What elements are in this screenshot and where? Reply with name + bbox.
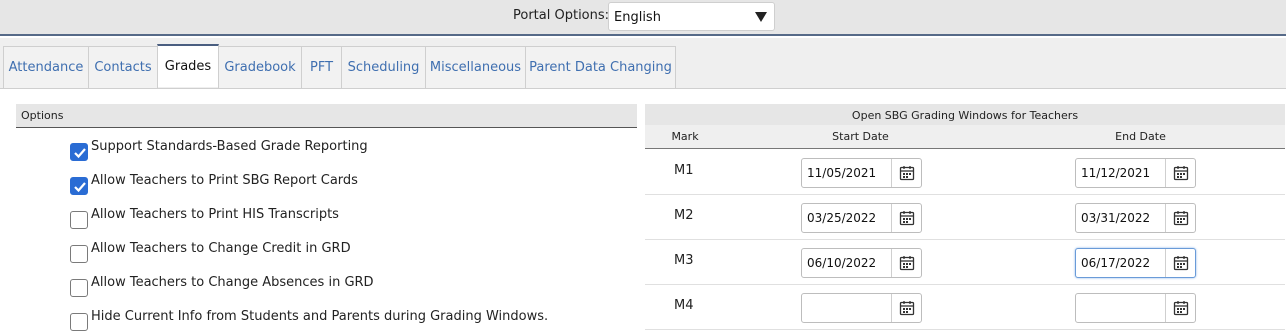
calendar-icon[interactable] [899,255,915,271]
start-date-input[interactable]: 06/10/2022 [801,248,922,278]
end-date-value: 06/17/2022 [1081,256,1151,270]
calendar-icon[interactable] [1173,300,1189,316]
checkbox-unchecked[interactable] [70,211,88,229]
grades-panel: Options Support Standards-Based Grade Re… [0,88,1286,332]
grading-window-row-m1: M1 11/05/2021 11/12/2021 [645,151,1285,195]
checkbox-checked[interactable] [70,177,88,195]
portal-options-bar: Portal Options: English [0,0,1286,36]
tab-label: PFT [309,60,334,75]
end-date-input[interactable]: 11/12/2021 [1075,158,1196,188]
tab-grades[interactable]: Grades [157,44,219,87]
divider [1165,204,1166,232]
portal-options-label: Portal Options: [513,8,610,23]
calendar-icon[interactable] [1173,255,1189,271]
start-date-input[interactable] [801,293,922,323]
portal-options-value: English [614,10,661,25]
tab-label: Grades [164,59,212,74]
options-header: Options [16,104,637,128]
grading-windows-title: Open SBG Grading Windows for Teachers [851,109,1079,122]
tab-label: Gradebook [224,60,296,75]
tab-label: Scheduling [347,60,420,75]
grading-window-row-m4: M4 [645,286,1285,330]
divider [891,204,892,232]
mark-label: M1 [674,163,694,178]
start-date-input[interactable]: 11/05/2021 [801,158,922,188]
portal-options-select[interactable]: English [608,2,775,31]
tab-parent-data-changing[interactable]: Parent Data Changing [525,46,676,88]
option-label: Support Standards-Based Grade Reporting [91,139,368,154]
option-label: Allow Teachers to Print SBG Report Cards [91,173,358,188]
tab-label: Parent Data Changing [529,60,672,75]
checkbox-unchecked[interactable] [70,279,88,297]
tab-strip: Attendance Contacts Grades Gradebook PFT… [0,38,1286,88]
checkbox-unchecked[interactable] [70,245,88,263]
end-date-value: 11/12/2021 [1081,166,1151,180]
tab-pft[interactable]: PFT [301,46,342,88]
divider [891,159,892,187]
divider [1165,249,1166,277]
tab-label: Contacts [94,60,152,75]
divider [891,294,892,322]
tab-scheduling[interactable]: Scheduling [341,46,426,88]
option-label: Allow Teachers to Change Credit in GRD [91,241,351,256]
calendar-icon[interactable] [899,165,915,181]
grading-windows-column-header: Mark Start Date End Date [645,125,1285,149]
start-date-value: 11/05/2021 [807,166,877,180]
end-date-value: 03/31/2022 [1081,211,1151,225]
tab-contacts[interactable]: Contacts [88,46,158,88]
tab-miscellaneous[interactable]: Miscellaneous [425,46,526,88]
checkbox-unchecked[interactable] [70,313,88,331]
mark-label: M2 [674,208,694,223]
calendar-icon[interactable] [899,210,915,226]
divider [1165,159,1166,187]
tab-attendance[interactable]: Attendance [3,46,89,88]
calendar-icon[interactable] [1173,165,1189,181]
option-label: Allow Teachers to Change Absences in GRD [91,275,374,290]
options-title: Options [21,109,64,122]
grading-windows-header: Open SBG Grading Windows for Teachers [645,104,1285,125]
divider [1165,294,1166,322]
calendar-icon[interactable] [899,300,915,316]
end-date-input[interactable]: 03/31/2022 [1075,203,1196,233]
column-start-date: Start Date [832,130,889,143]
option-label: Allow Teachers to Print HIS Transcripts [91,207,339,222]
divider [891,249,892,277]
start-date-value: 06/10/2022 [807,256,877,270]
checkbox-checked[interactable] [70,143,88,161]
mark-label: M4 [674,298,694,313]
column-mark: Mark [671,130,699,143]
start-date-value: 03/25/2022 [807,211,877,225]
grading-window-row-m2: M2 03/25/2022 03/31/2022 [645,196,1285,240]
tab-label: Miscellaneous [429,60,522,75]
end-date-input[interactable]: 06/17/2022 [1075,248,1196,278]
tab-gradebook[interactable]: Gradebook [218,46,302,88]
grading-window-row-m3: M3 06/10/2022 06/17/2022 [645,241,1285,285]
calendar-icon[interactable] [1173,210,1189,226]
column-end-date: End Date [1115,130,1166,143]
option-label: Hide Current Info from Students and Pare… [91,309,549,324]
start-date-input[interactable]: 03/25/2022 [801,203,922,233]
chevron-down-icon [755,12,767,22]
tab-label: Attendance [8,60,84,75]
end-date-input[interactable] [1075,293,1196,323]
mark-label: M3 [674,253,694,268]
